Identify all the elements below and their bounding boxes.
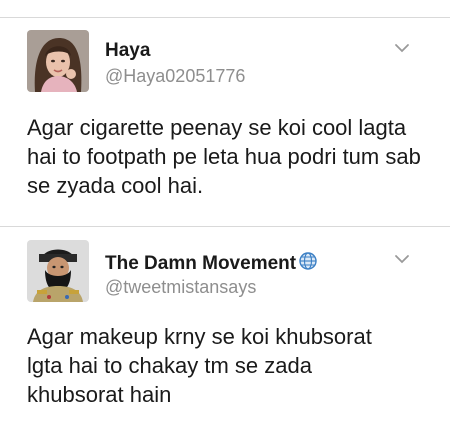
avatar[interactable] xyxy=(27,240,89,302)
top-divider xyxy=(0,17,450,18)
tweet-divider xyxy=(0,226,450,227)
bearded-general-portrait-avatar xyxy=(27,240,89,302)
avatar[interactable] xyxy=(27,30,89,92)
author-name[interactable]: The Damn Movement xyxy=(105,251,318,275)
author-handle[interactable]: @tweetmistansays xyxy=(105,277,256,298)
tweet-text: Agar cigarette peenay se koi cool lagta … xyxy=(27,115,421,198)
author-handle[interactable]: @Haya02051776 xyxy=(105,66,245,87)
author-name-text: The Damn Movement xyxy=(105,253,297,274)
chevron-down-icon[interactable] xyxy=(394,253,410,265)
globe-icon xyxy=(299,252,317,270)
woman-portrait-avatar xyxy=(27,30,89,92)
chevron-down-icon[interactable] xyxy=(394,42,410,54)
tweet-text: Agar makeup krny se koi khubsorat lgta h… xyxy=(27,324,372,407)
author-name[interactable]: Haya xyxy=(105,40,150,62)
